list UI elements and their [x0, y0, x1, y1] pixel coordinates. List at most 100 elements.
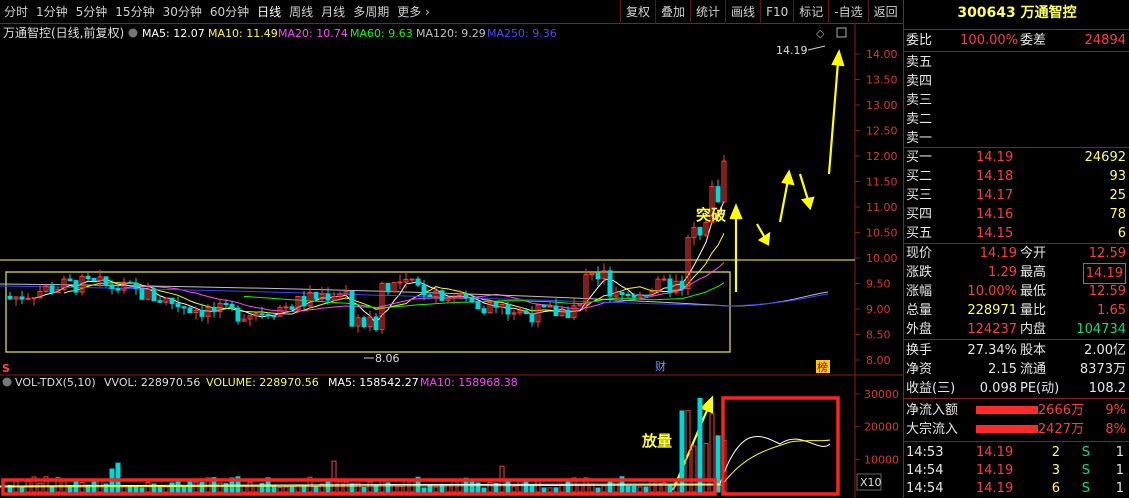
- period-60min[interactable]: 60分钟: [206, 0, 253, 24]
- diamond-icon[interactable]: ◇: [816, 27, 825, 40]
- tick-side: S: [1081, 445, 1090, 460]
- back-button[interactable]: 返回: [867, 0, 903, 24]
- fundamental-value: 0.098: [979, 381, 1017, 396]
- candle-body: [211, 307, 217, 313]
- kline-chart[interactable]: 万通智控(日线,前复权) MA5: 12.07 MA10: 11.49 MA20…: [0, 24, 903, 498]
- sell-label: 卖一: [906, 131, 933, 146]
- candle-body: [349, 290, 355, 327]
- rank-marker[interactable]: 榜: [817, 360, 828, 374]
- weibi-row: 委比 100.00% 委差 24894: [904, 31, 1129, 50]
- stat-value: 228971: [967, 303, 1017, 318]
- fundamental-row: 净资 2.15 流通 8373万: [904, 360, 1129, 379]
- stat-label: 最高: [1020, 265, 1047, 280]
- candle-body: [115, 288, 121, 291]
- volume-bar: [199, 481, 205, 493]
- separator: [904, 441, 1129, 442]
- price-tick-label: 12.50: [866, 125, 898, 138]
- volume-bar: [217, 482, 223, 493]
- period-15min[interactable]: 15分钟: [111, 0, 158, 24]
- stat-label: 总量: [906, 303, 933, 318]
- stat-row: 涨跌 1.29 最高 14.19: [904, 263, 1129, 284]
- vol-settings-icon[interactable]: [2, 377, 12, 387]
- volume-tick-label: 20000: [864, 421, 899, 434]
- candle-body: [283, 306, 289, 309]
- period-monthly[interactable]: 月线: [317, 0, 349, 24]
- volume-bar: [643, 486, 649, 493]
- vol-indicator-name: VOL-TDX(5,10): [15, 376, 96, 389]
- stat-row: 现价 14.19 今开 12.59: [904, 244, 1129, 263]
- tick-row: 14:54 14.19 6 S 1: [904, 479, 1129, 498]
- s-marker[interactable]: S: [2, 362, 10, 375]
- stock-code: 300643: [957, 5, 1016, 21]
- volume-bar: [397, 485, 403, 493]
- period-intraday[interactable]: 分时: [0, 0, 32, 24]
- weicha-value: 24894: [1084, 33, 1126, 48]
- fundamental-label: 净资: [906, 362, 933, 377]
- tick-time: 14:54: [906, 463, 944, 478]
- volume-bar: [481, 487, 487, 493]
- volume-bar: [625, 485, 631, 493]
- ma-line: [63, 233, 725, 315]
- stats-button[interactable]: 统计: [690, 0, 725, 24]
- stat-value: 1.29: [988, 265, 1017, 280]
- sell-row: 卖二: [904, 110, 1129, 129]
- legend-ma20: MA20: 10.74: [278, 27, 348, 40]
- period-more[interactable]: 更多 ›: [393, 0, 434, 24]
- period-1min[interactable]: 1分钟: [32, 0, 72, 24]
- period-5min[interactable]: 5分钟: [72, 0, 112, 24]
- stat-label: 外盘: [906, 322, 933, 337]
- candle-body: [439, 290, 445, 301]
- adjust-button[interactable]: 复权: [620, 0, 655, 24]
- candle-body: [475, 301, 481, 310]
- buy-row: 买二 14.18 93: [904, 167, 1129, 186]
- f10-button[interactable]: F10: [760, 0, 793, 24]
- candle-body: [325, 293, 331, 301]
- legend-ma120: MA120: 9.29: [416, 27, 486, 40]
- price-axis: 14.00 13.50 13.00 12.50 12.00 11.50 11.00 10.50…: [855, 48, 898, 367]
- candle-body: [181, 306, 187, 309]
- period-30min[interactable]: 30分钟: [159, 0, 206, 24]
- buy-row: 买三 14.17 25: [904, 186, 1129, 205]
- buy-label: 买二: [906, 169, 933, 184]
- settings-dot-icon[interactable]: [128, 28, 138, 38]
- period-daily[interactable]: 日线: [253, 0, 285, 24]
- finance-marker[interactable]: 财: [655, 359, 666, 373]
- tick-side: S: [1081, 481, 1090, 496]
- volume-bar: [139, 487, 145, 493]
- candle-body: [157, 300, 163, 303]
- period-weekly[interactable]: 周线: [285, 0, 317, 24]
- fundamental-label: PE(动): [1020, 381, 1060, 396]
- weibi-value: 100.00%: [960, 33, 1018, 48]
- candle-body: [127, 281, 133, 284]
- candle-body: [469, 297, 475, 303]
- buy-price: 14.19: [976, 150, 1014, 165]
- buy-row: 买一 14.19 24692: [904, 148, 1129, 167]
- buy-price: 14.17: [976, 188, 1014, 203]
- volume-bar: [655, 480, 661, 493]
- volume-bar: [157, 485, 163, 493]
- candle-body: [463, 293, 469, 299]
- volume-bar: [553, 487, 559, 493]
- breakout-annotation: 突破: [696, 206, 726, 224]
- tick-row: 14:53 14.19 2 S 1: [904, 443, 1129, 462]
- watchlist-remove-button[interactable]: -自选: [828, 0, 867, 24]
- volume-bar: [277, 486, 283, 493]
- draw-button[interactable]: 画线: [725, 0, 760, 24]
- mark-button[interactable]: 标记: [793, 0, 828, 24]
- volume-bar: [697, 397, 703, 493]
- volume-bar: [181, 486, 187, 493]
- tick-count: 1: [1115, 445, 1124, 460]
- price-tick-label: 11.00: [866, 201, 898, 214]
- overlay-button[interactable]: 叠加: [655, 0, 690, 24]
- period-multi[interactable]: 多周期: [349, 0, 393, 24]
- candle-body: [427, 294, 433, 298]
- price-tick-label: 12.00: [866, 150, 898, 163]
- candle-body: [631, 294, 637, 298]
- vol-vvol: VVOL: 228970.56: [104, 376, 200, 389]
- window-toggle-icon[interactable]: [836, 27, 847, 38]
- candle-body: [223, 303, 229, 306]
- candle-body: [607, 270, 613, 297]
- stat-value: 12.59: [1088, 246, 1126, 261]
- high-label: 14.19: [776, 44, 808, 57]
- volume-bar: [529, 484, 535, 493]
